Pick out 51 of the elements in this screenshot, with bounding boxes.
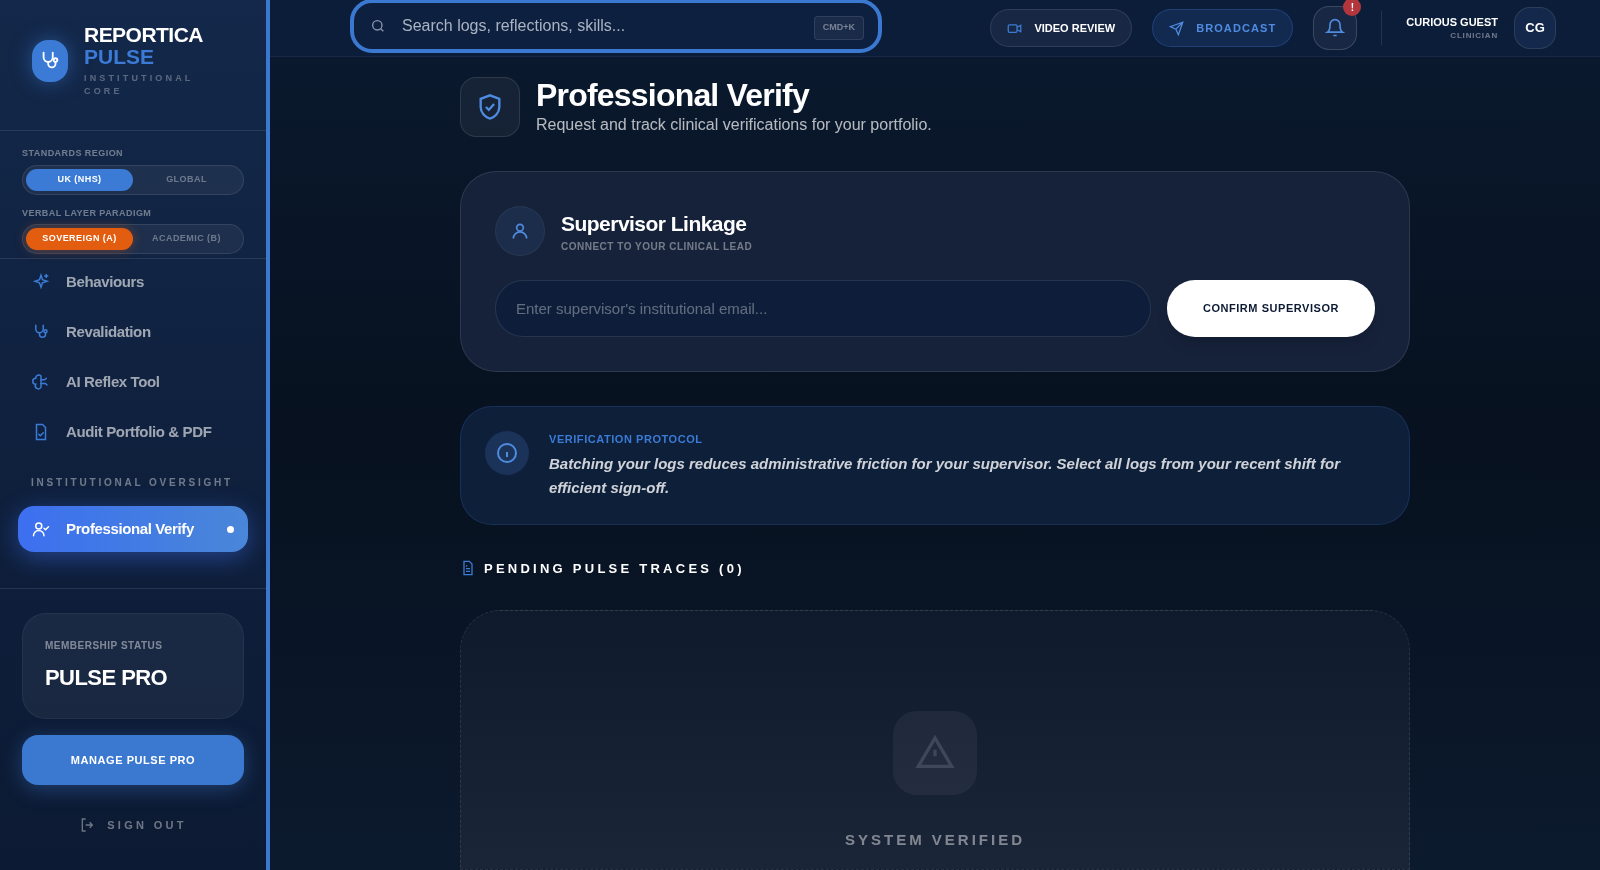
page-title: Professional Verify (536, 77, 811, 113)
empty-state-label: SYSTEM VERIFIED (845, 830, 1025, 850)
stethoscope-icon (32, 323, 50, 341)
nav-item[interactable]: AI Reflex Tool (18, 359, 248, 405)
notification-badge: ! (1343, 0, 1362, 16)
logout-icon (79, 817, 96, 834)
toggle-option[interactable]: UK (NHS) (26, 168, 133, 191)
toggle-label: STANDARDS REGION (22, 147, 125, 160)
confirm-supervisor-button[interactable]: CONFIRM SUPERVISOR (1167, 280, 1375, 337)
membership-label: MEMBERSHIP STATUS (45, 639, 164, 653)
user-avatar[interactable]: CG (1514, 7, 1556, 49)
shield-icon (460, 77, 520, 137)
send-icon (1169, 20, 1185, 36)
warning-icon (893, 711, 977, 795)
broadcast-button[interactable]: BROADCAST (1152, 9, 1294, 47)
stethoscope-logo (32, 40, 68, 82)
user-role: CLINICIAN (1450, 30, 1498, 43)
section-heading: PENDING PULSE TRACES (0) (484, 559, 745, 578)
protocol-title: VERIFICATION PROTOCOL (549, 432, 704, 447)
brain-icon (32, 373, 50, 391)
nav-item[interactable]: Revalidation (18, 309, 248, 355)
nav-item[interactable]: Professional Verify (18, 506, 248, 552)
sign-out-button[interactable]: SIGN OUT (79, 817, 187, 834)
card-subtitle: CONNECT TO YOUR CLINICAL LEAD (561, 240, 753, 255)
sparkle-icon (32, 273, 50, 291)
user-icon (495, 206, 545, 256)
nav-item[interactable]: Audit Portfolio & PDF (18, 409, 248, 455)
brand-accent: PULSE (84, 46, 155, 68)
section-heading: INSTITUTIONAL OVERSIGHT (30, 476, 234, 490)
toggle-label: VERBAL LAYER PARADIGM (22, 206, 153, 220)
document-icon (460, 560, 476, 577)
brand-tagline: INSTITUTIONAL CORE (84, 72, 195, 98)
toggle-option[interactable]: GLOBAL (133, 168, 240, 191)
user-name: CURIOUS GUEST (1406, 14, 1498, 30)
notifications-button[interactable] (1313, 6, 1358, 50)
toggle-option[interactable]: SOVEREIGN (A) (26, 228, 133, 250)
page-subtitle: Request and track clinical verifications for your portfolio. (536, 115, 932, 135)
nav-item[interactable]: Behaviours (18, 259, 248, 305)
protocol-text: Batching your logs reduces administrative friction for your supervisor. Select all logs from your recent shift for efficient sign-off. (549, 453, 1342, 498)
email-input-field[interactable]: Enter supervisor's institutional email... (495, 280, 1151, 337)
shortcut-hint: CMD+K (813, 16, 864, 40)
toggle-option[interactable]: ACADEMIC (B) (133, 228, 240, 250)
membership-plan: PULSE PRO (45, 664, 169, 692)
bell-icon (1325, 18, 1346, 38)
info-icon (485, 431, 529, 475)
manage-pulse-pro-button[interactable]: MANAGE PULSE PRO (22, 735, 244, 785)
brand-name: REPORTICA (84, 24, 204, 46)
search-icon (370, 18, 386, 34)
user-check-icon (32, 520, 50, 538)
card-title: Supervisor Linkage (561, 210, 748, 237)
video-review-button[interactable]: VIDEO REVIEW (990, 9, 1133, 47)
